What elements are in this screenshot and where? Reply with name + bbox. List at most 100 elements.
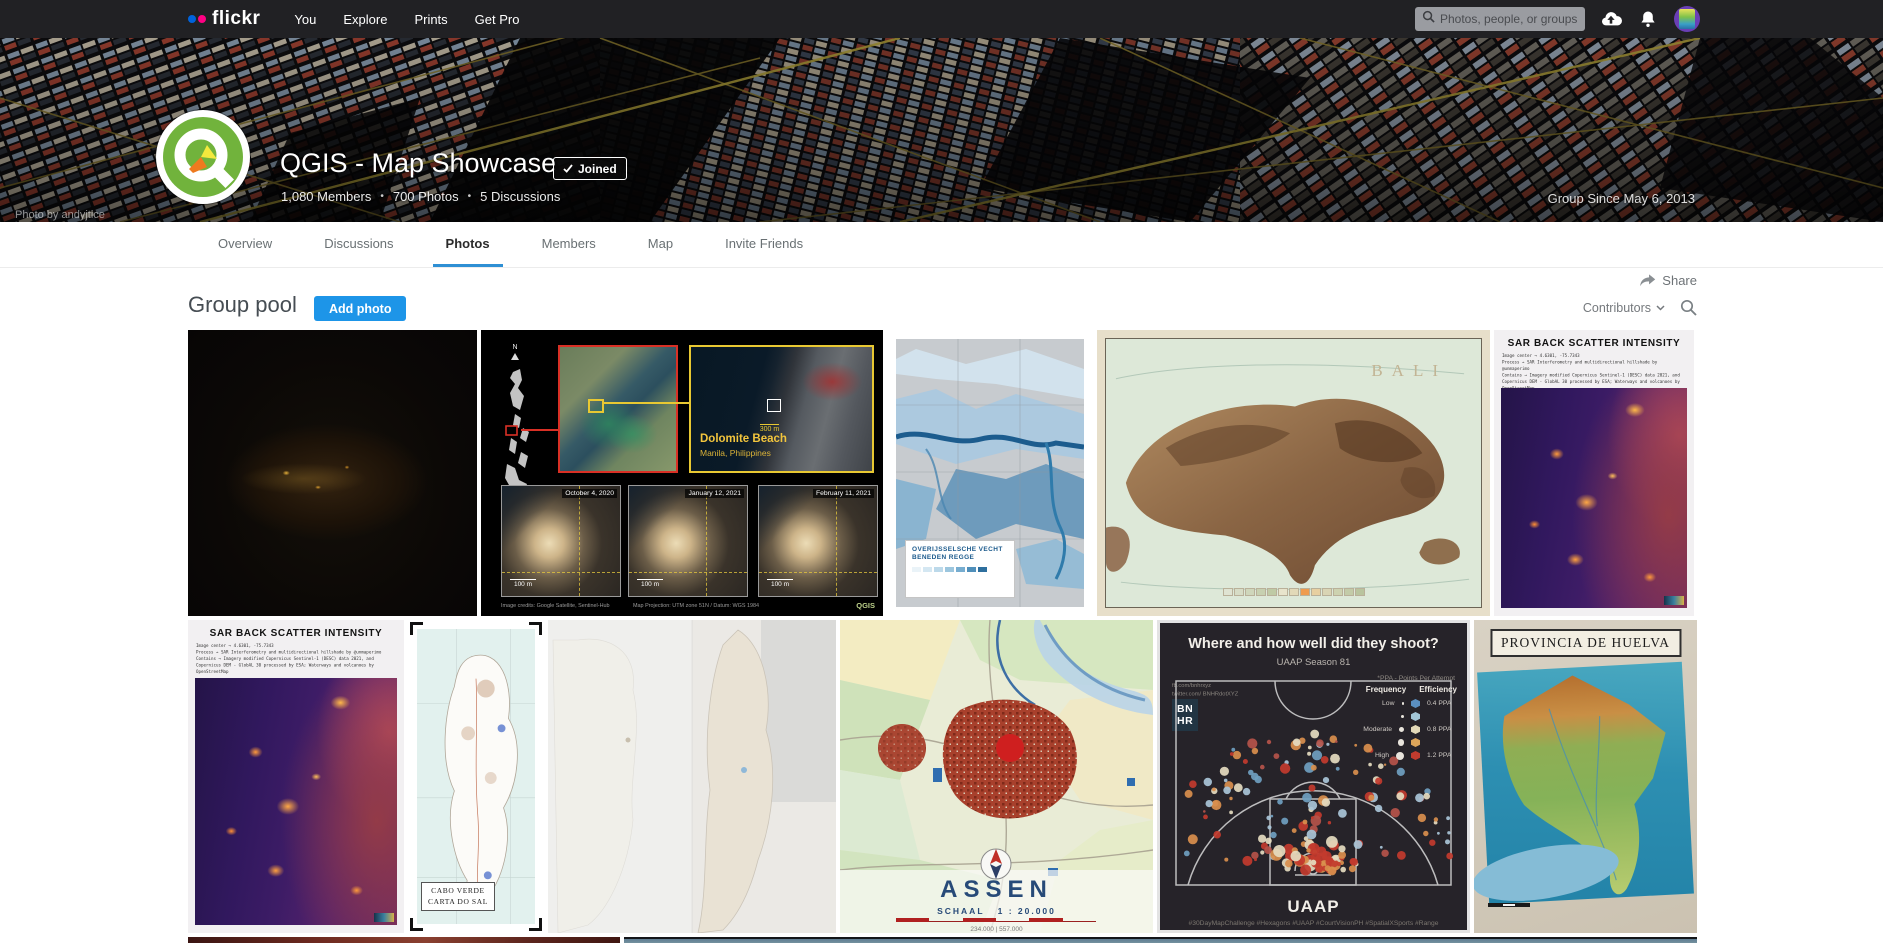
group-cover-photo: Photo by andyjtice QGIS - Map Showcase J…: [0, 38, 1883, 222]
map-metadata: Image center → 4.6301, -75.7343 Process …: [1502, 353, 1684, 392]
flickr-logo-pink-dot: [198, 15, 206, 23]
beach-highlight-box: [767, 399, 781, 412]
chevron-down-icon: [1656, 305, 1665, 311]
nav-get-pro[interactable]: Get Pro: [475, 12, 520, 27]
discussions-count[interactable]: 5 Discussions: [480, 189, 560, 204]
inset-highlight-box: [588, 399, 604, 413]
photo-tile-cabo-verde-sal[interactable]: CABO VERDE CARTA DO SAL: [408, 620, 544, 933]
map-metadata: Image center → 4.6301, -75.7343 Process …: [196, 643, 394, 675]
qgis-credit: QGIS: [856, 601, 875, 610]
sal-island-art: [417, 629, 535, 924]
photo-tile-sar-backscatter[interactable]: SAR BACK SCATTER INTENSITY Image center …: [1494, 330, 1694, 616]
nav-prints[interactable]: Prints: [414, 12, 447, 27]
projection-note: Map Projection: UTM zone 51N / Datum: WG…: [633, 602, 759, 608]
coastline-art: [548, 620, 836, 933]
photo-tile-assen-city-map[interactable]: ASSEN SCHAAL 1 : 20.000 234.000 | 557.00…: [840, 620, 1153, 933]
group-stats: 1,080 Members • 700 Photos • 5 Discussio…: [281, 189, 560, 204]
contributors-filter[interactable]: Contributors: [1583, 301, 1665, 315]
joined-button[interactable]: Joined: [553, 157, 627, 180]
search-icon: [1422, 10, 1435, 28]
map-title: Dolomite Beach: [700, 433, 787, 445]
legend-subtitle: BENEDEN REGGE: [912, 554, 1008, 562]
group-title: QGIS - Map Showcase: [280, 148, 556, 179]
global-search[interactable]: [1415, 7, 1585, 31]
tab-map[interactable]: Map: [635, 222, 686, 267]
map-title: BALI: [1371, 361, 1447, 381]
map-legend: OVERIJSSELSCHE VECHT BENEDEN REGGE: [905, 540, 1015, 598]
photo-tile-uaap-shot-chart[interactable]: Where and how well did they shoot? UAAP …: [1157, 620, 1470, 933]
photo-tile-sar-backscatter-2[interactable]: SAR BACK SCATTER INTENSITY Image center …: [188, 620, 404, 933]
map-frame: BALI: [1105, 338, 1482, 608]
group-avatar[interactable]: [156, 110, 250, 204]
legend-swatches: [912, 567, 1008, 572]
corner-mark: [410, 918, 423, 931]
date-label: October 4, 2020: [562, 489, 617, 498]
sar-map-art: [1501, 388, 1687, 608]
photo-tile-partial-red-relief[interactable]: [188, 937, 620, 943]
corner-mark: [529, 918, 542, 931]
members-count[interactable]: 1,080 Members: [281, 189, 371, 204]
legend-efficiency-header: Efficiency: [1419, 685, 1457, 694]
map-subtitle: Manila, Philippines: [700, 448, 771, 458]
stats-separator: •: [468, 191, 472, 202]
photos-count[interactable]: 700 Photos: [393, 189, 459, 204]
tab-members[interactable]: Members: [529, 222, 609, 267]
photo-tile-dark-terrain-map[interactable]: [188, 330, 477, 616]
flickr-logo[interactable]: flickr: [188, 8, 260, 30]
legend-strip: [1223, 588, 1365, 596]
hashtags: #30DayMapChallenge #Hexagons #UAAP #Cour…: [1160, 920, 1467, 927]
map-subtitle: CARTA DO SAL: [428, 897, 488, 908]
timelapse-panel-1: October 4, 2020 100 m: [501, 485, 621, 597]
map-title: CABO VERDE: [428, 886, 488, 897]
metro-manila-inset-map: [558, 345, 678, 473]
map-title: ASSEN: [840, 876, 1153, 904]
timelapse-panel-3: February 11, 2021 100 m: [758, 485, 878, 597]
photo-tile-bali-relief-map[interactable]: BALI: [1097, 330, 1490, 616]
photo-tile-dolomite-beach[interactable]: N 300 m Dolomite Beach Mani: [481, 330, 883, 616]
inset-connector-line: [603, 402, 689, 404]
tab-photos[interactable]: Photos: [433, 222, 503, 267]
photo-tile-provincia-de-huelva[interactable]: PROVINCIA DE HUELVA: [1474, 620, 1697, 933]
check-icon: [563, 164, 573, 173]
sea-area: [1477, 662, 1694, 904]
upload-button[interactable]: [1600, 8, 1622, 30]
pool-search-icon[interactable]: [1680, 299, 1697, 321]
add-photo-button[interactable]: Add photo: [314, 296, 406, 321]
corner-mark: [410, 622, 423, 635]
map-title: PROVINCIA DE HUELVA: [1501, 635, 1670, 650]
qgis-logo: [161, 115, 245, 199]
tab-invite-friends[interactable]: Invite Friends: [712, 222, 816, 267]
pool-toolbar: Share Group pool Add photo Contributors: [0, 268, 1883, 330]
nav-explore[interactable]: Explore: [343, 12, 387, 27]
notifications-bell-icon[interactable]: [1637, 8, 1659, 30]
group-since: Group Since May 6, 2013: [1548, 191, 1695, 206]
legend-title: OVERIJSSELSCHE VECHT: [912, 546, 1008, 554]
date-label: January 12, 2021: [685, 489, 744, 498]
map-coordinates: 234.000 | 557.000: [840, 926, 1153, 933]
photo-tile-iberia-basemap[interactable]: [548, 620, 836, 933]
tab-discussions[interactable]: Discussions: [311, 222, 406, 267]
sar-map-art: [195, 678, 397, 925]
image-credit: Image credits: Google Satellite, Sentine…: [501, 602, 610, 608]
timelapse-panel-2: January 12, 2021 100 m: [628, 485, 748, 597]
photo-tile-vecht-flood-map[interactable]: OVERIJSSELSCHE VECHT BENEDEN REGGE: [887, 330, 1093, 616]
map-title-box: PROVINCIA DE HUELVA: [1490, 629, 1681, 657]
group-tabbar: Overview Discussions Photos Members Map …: [0, 222, 1883, 268]
page-title: Group pool: [188, 292, 297, 318]
account-avatar[interactable]: [1674, 6, 1700, 32]
scale-bar: 100 m: [510, 579, 536, 588]
photo-tile-partial-blue-map[interactable]: [624, 937, 1697, 943]
tab-overview[interactable]: Overview: [205, 222, 285, 267]
north-arrow-icon: N: [511, 344, 519, 360]
search-input[interactable]: [1440, 12, 1578, 26]
scale-bar: 100 m: [767, 579, 793, 588]
court-art: [1160, 623, 1467, 930]
nav-you[interactable]: You: [294, 12, 316, 27]
avatar-image: [1679, 9, 1695, 29]
corner-mark: [529, 622, 542, 635]
sea-area: [417, 629, 535, 924]
flickr-wordmark: flickr: [212, 8, 260, 30]
dolomite-satellite-panel: 300 m Dolomite Beach Manila, Philippines: [689, 345, 874, 473]
share-button[interactable]: Share: [1639, 273, 1697, 288]
primary-nav: You Explore Prints Get Pro: [294, 12, 519, 27]
